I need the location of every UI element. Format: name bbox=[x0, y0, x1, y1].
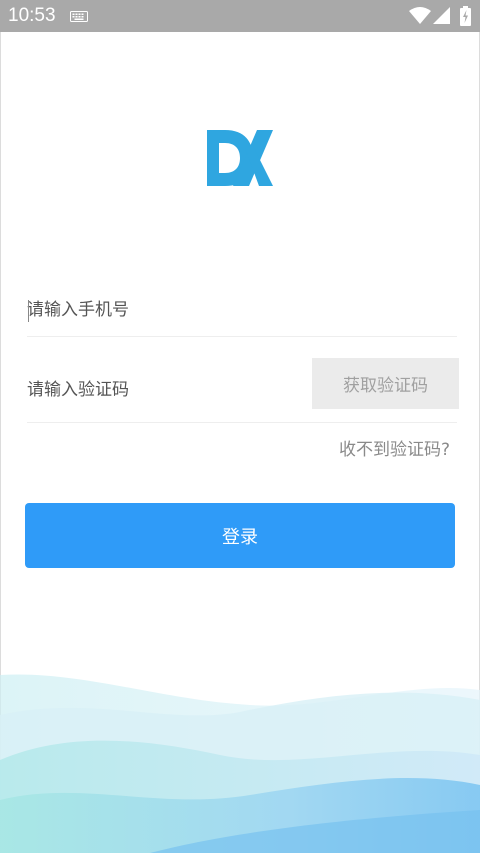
signal-icon bbox=[433, 7, 450, 24]
wave-decoration bbox=[0, 674, 480, 853]
verification-code-input[interactable] bbox=[27, 356, 297, 424]
wifi-icon bbox=[409, 7, 431, 24]
phone-field bbox=[27, 288, 457, 337]
text-cursor bbox=[28, 300, 29, 322]
status-time: 10:53 bbox=[8, 5, 56, 26]
status-bar: 10:53 bbox=[0, 0, 480, 32]
dx-logo bbox=[207, 130, 273, 186]
login-button[interactable]: 登录 bbox=[25, 503, 455, 568]
get-code-button[interactable]: 获取验证码 bbox=[312, 358, 459, 409]
keyboard-icon bbox=[70, 11, 88, 22]
phone-input[interactable] bbox=[27, 288, 447, 332]
no-code-link[interactable]: 收不到验证码? bbox=[339, 438, 450, 462]
battery-charging-icon bbox=[460, 6, 471, 26]
